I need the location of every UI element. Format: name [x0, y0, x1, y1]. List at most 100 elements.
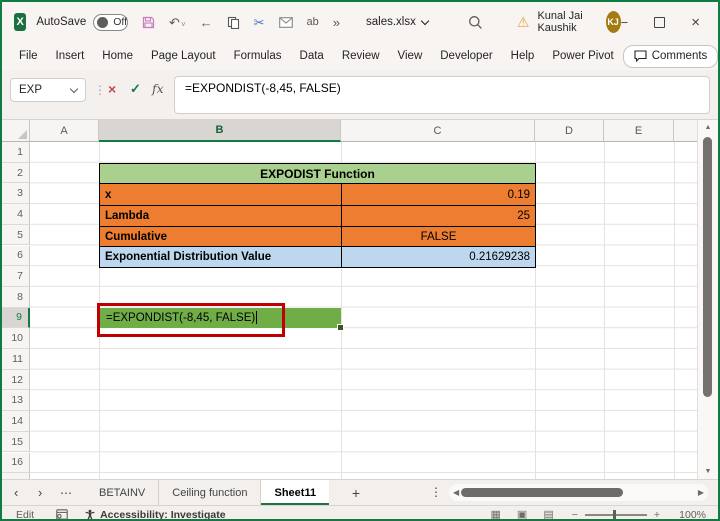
next-sheet-button[interactable]: ›: [38, 480, 42, 505]
sheet-tab-ceiling-function[interactable]: Ceiling function: [158, 480, 260, 505]
zoom-slider-thumb[interactable]: [612, 509, 616, 519]
table-value-x[interactable]: 0.19: [342, 184, 535, 206]
sheet-tab-betainv[interactable]: BETAINV: [86, 480, 158, 505]
row-header-14[interactable]: 14: [2, 411, 30, 432]
maximize-button[interactable]: [654, 16, 666, 28]
ribbon-tab-page-layout[interactable]: Page Layout: [142, 50, 225, 62]
table-value-lambda[interactable]: 25: [342, 206, 535, 226]
row-header-2[interactable]: 2: [2, 162, 30, 184]
table-value-cumulative[interactable]: FALSE: [342, 226, 535, 247]
row-header-3[interactable]: 3: [2, 183, 30, 205]
name-box[interactable]: EXP: [10, 78, 86, 102]
ribbon-tab-power-pivot[interactable]: Power Pivot: [543, 50, 622, 62]
enter-entry-button[interactable]: ✓: [130, 81, 141, 97]
row-header-12[interactable]: 12: [2, 369, 30, 391]
column-header-b[interactable]: B: [99, 120, 341, 142]
formula-input[interactable]: =EXPONDIST(-8,45, FALSE): [174, 76, 710, 114]
grid-area[interactable]: ABCDE 1234567891011121314151617 EXPODIST…: [2, 120, 699, 479]
row-header-7[interactable]: 7: [2, 266, 30, 287]
macro-record-icon[interactable]: [56, 509, 68, 519]
scroll-up-icon[interactable]: ▲: [698, 124, 718, 131]
undo-dropdown-icon[interactable]: ˅: [181, 20, 186, 29]
file-name[interactable]: sales.xlsx: [366, 16, 430, 28]
qat-overflow-icon[interactable]: »: [333, 16, 340, 29]
autosave-toggle[interactable]: Off: [93, 13, 129, 31]
row-header-9[interactable]: 9: [2, 307, 30, 329]
ribbon-tab-review[interactable]: Review: [333, 50, 389, 62]
sheet-tab-sheet11[interactable]: Sheet11: [260, 480, 330, 505]
table-label-exponential-distribution-value[interactable]: Exponential Distribution Value: [100, 247, 342, 268]
search-icon[interactable]: [468, 15, 483, 30]
sheet-bar-menu-icon[interactable]: ⋮: [430, 485, 442, 499]
table-title-cell[interactable]: EXPODIST Function: [100, 163, 535, 185]
row-header-1[interactable]: 1: [2, 142, 30, 163]
close-button[interactable]: ×: [691, 14, 700, 31]
scroll-left-icon[interactable]: ◀: [453, 488, 459, 497]
row-header-4[interactable]: 4: [2, 204, 30, 225]
ribbon-tab-developer[interactable]: Developer: [431, 50, 501, 62]
column-header-e[interactable]: E: [604, 120, 674, 142]
page-break-view-button[interactable]: ▤: [543, 508, 553, 519]
accessibility-status[interactable]: Accessibility: Investigate: [84, 509, 226, 519]
minimize-button[interactable]: −: [621, 15, 629, 30]
user-avatar[interactable]: KJ: [605, 11, 621, 33]
scroll-down-icon[interactable]: ▼: [698, 468, 718, 475]
ribbon-tab-insert[interactable]: Insert: [47, 50, 94, 62]
scroll-right-icon[interactable]: ▶: [698, 488, 704, 497]
zoom-out-button[interactable]: −: [572, 509, 578, 520]
column-header-partial[interactable]: [674, 120, 699, 142]
row-header-13[interactable]: 13: [2, 390, 30, 412]
zoom-slider[interactable]: [584, 509, 647, 519]
cell-mode-indicator: Edit: [16, 508, 35, 521]
horizontal-scrollbar[interactable]: ◀ ▶: [449, 484, 708, 501]
column-header-c[interactable]: C: [341, 120, 535, 142]
excel-logo-icon[interactable]: X: [14, 13, 27, 31]
row-header-5[interactable]: 5: [2, 224, 30, 246]
ribbon-tab-file[interactable]: File: [10, 50, 47, 62]
ribbon-tab-help[interactable]: Help: [502, 50, 544, 62]
cut-icon[interactable]: ✂: [254, 16, 265, 29]
cancel-entry-button[interactable]: ×: [108, 81, 116, 97]
fill-handle[interactable]: [337, 324, 344, 332]
table-label-cumulative[interactable]: Cumulative: [100, 226, 342, 247]
user-name[interactable]: Kunal Jai Kaushik: [537, 10, 597, 34]
vertical-scroll-thumb[interactable]: [703, 137, 712, 397]
normal-view-button[interactable]: ▦: [491, 508, 501, 519]
row-header-6[interactable]: 6: [2, 245, 30, 267]
zoom-in-button[interactable]: +: [654, 509, 660, 520]
vertical-scrollbar[interactable]: ▲ ▼: [697, 120, 718, 479]
select-all-corner[interactable]: [2, 120, 30, 142]
all-sheets-button[interactable]: ⋯: [60, 480, 72, 505]
new-sheet-button[interactable]: +: [346, 483, 366, 503]
prev-sheet-button[interactable]: ‹: [14, 480, 18, 505]
zoom-level[interactable]: 100%: [678, 509, 706, 520]
insert-function-button[interactable]: fx: [152, 81, 164, 96]
row-header-15[interactable]: 15: [2, 431, 30, 453]
ribbon-tab-formulas[interactable]: Formulas: [225, 50, 291, 62]
row-header-11[interactable]: 11: [2, 349, 30, 370]
row-header-10[interactable]: 10: [2, 328, 30, 349]
row-header-16[interactable]: 16: [2, 452, 30, 474]
page-layout-view-button[interactable]: ▣: [517, 508, 527, 519]
column-header-a[interactable]: A: [30, 120, 99, 142]
row-header-8[interactable]: 8: [2, 286, 30, 308]
replace-icon[interactable]: ab: [307, 16, 319, 28]
toggle-knob-icon: [97, 16, 109, 28]
undo-icon[interactable]: ↶˅: [169, 16, 186, 29]
comments-button[interactable]: Comments: [622, 44, 718, 68]
column-header-d[interactable]: D: [535, 120, 604, 142]
horizontal-scroll-thumb[interactable]: [461, 488, 623, 497]
ribbon-tab-view[interactable]: View: [389, 50, 432, 62]
back-arrow-icon[interactable]: ←: [200, 16, 213, 29]
copy-icon[interactable]: [227, 16, 240, 29]
table-label-x[interactable]: x: [100, 184, 342, 206]
save-icon[interactable]: [142, 16, 155, 29]
warning-icon[interactable]: ⚠: [517, 14, 530, 31]
ribbon-tab-home[interactable]: Home: [93, 50, 142, 62]
name-box-dropdown-icon[interactable]: [69, 84, 79, 93]
table-label-lambda[interactable]: Lambda: [100, 206, 342, 226]
ribbon-tab-data[interactable]: Data: [291, 50, 333, 62]
quick-access-toolbar: ↶˅ ← ✂ ab »: [142, 16, 340, 29]
mail-icon[interactable]: [278, 16, 293, 28]
table-value-exponential-distribution-value[interactable]: 0.21629238: [342, 247, 535, 268]
